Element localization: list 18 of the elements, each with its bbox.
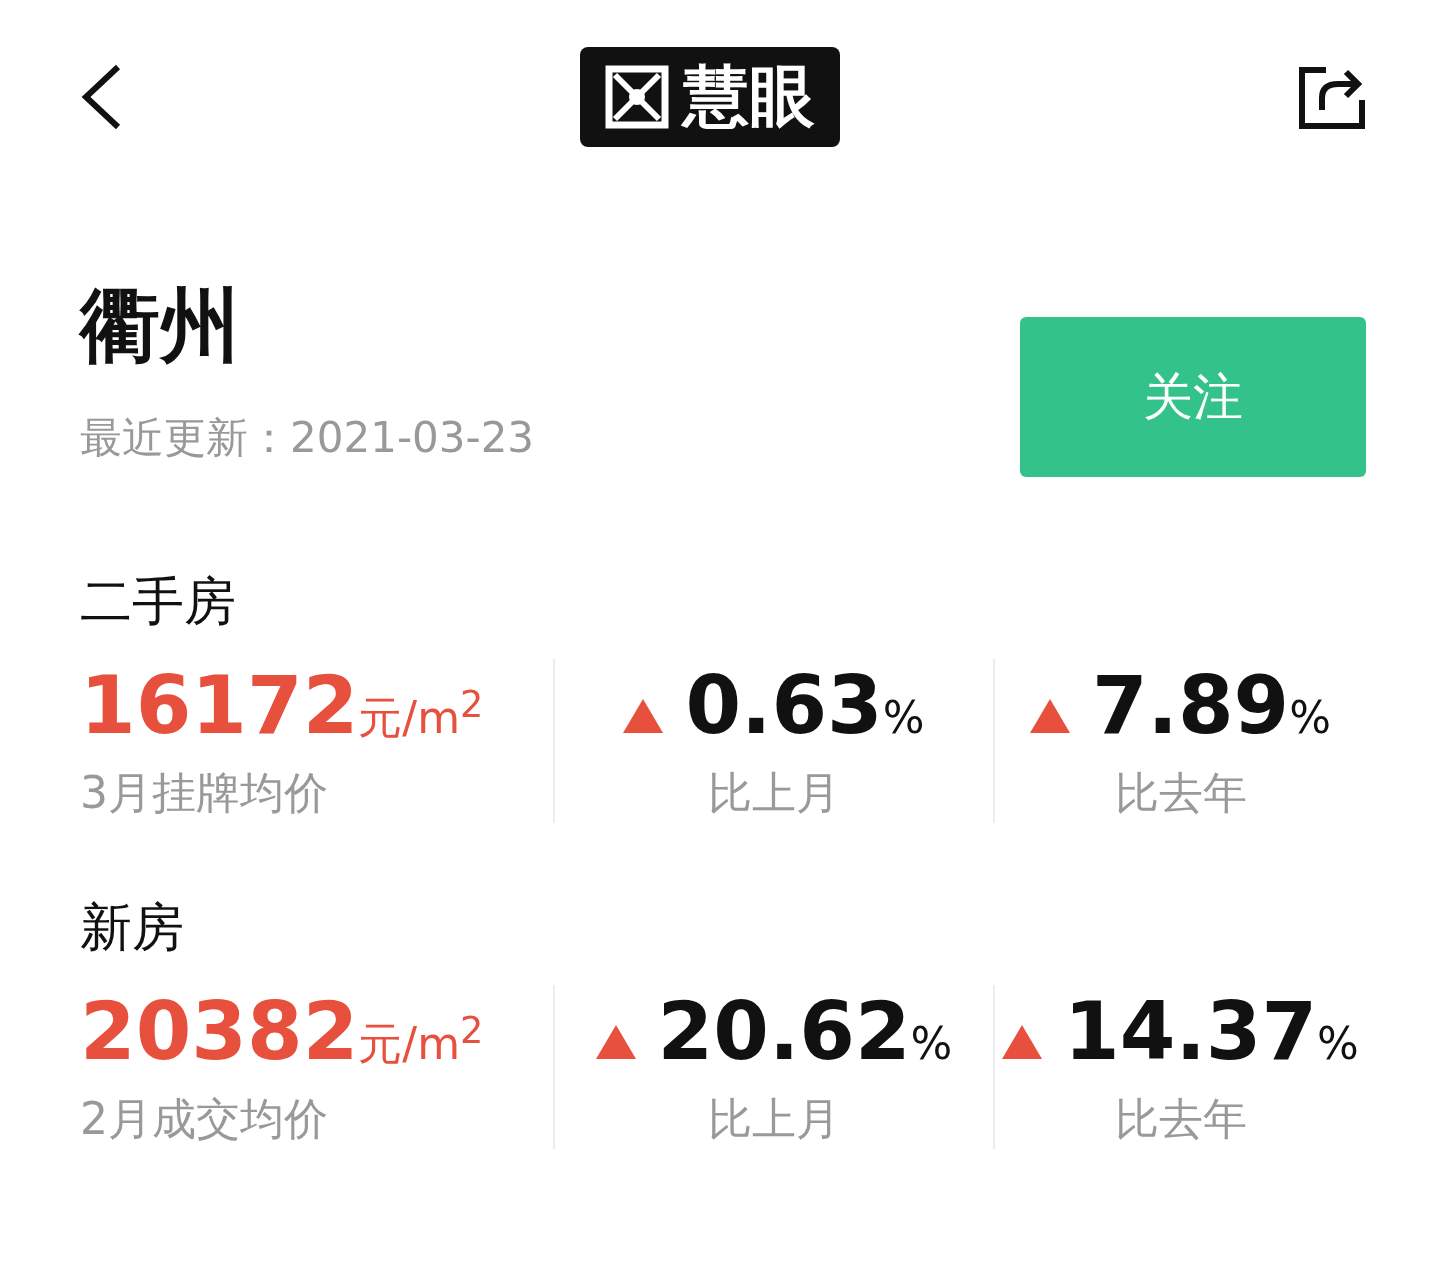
section-title: 新房 [80, 896, 185, 959]
city-name: 衢州 [80, 282, 241, 370]
logo-text: 慧眼 [683, 57, 815, 137]
update-date: 最近更新：2021-03-23 [80, 412, 535, 464]
change-percent: 7.89% [1091, 659, 1332, 752]
change-label: 比上月 [708, 1092, 840, 1146]
change-percent: 20.62% [657, 985, 953, 1078]
change-label: 比去年 [1114, 1092, 1247, 1146]
price-label: 3月挂牌均价 [80, 766, 328, 820]
change-percent: 14.37% [1064, 985, 1359, 1078]
change-percent: 0.63% [685, 659, 925, 752]
change-label: 比上月 [708, 766, 840, 820]
change-label: 比去年 [1114, 766, 1247, 820]
section-title: 二手房 [80, 570, 237, 633]
average-price: 16172元/m$^{2}$ [80, 659, 484, 752]
follow-button[interactable]: 关注 [1020, 317, 1366, 477]
average-price: 20382元/m$^{2}$ [80, 985, 484, 1078]
price-label: 2月成交均价 [80, 1092, 328, 1146]
